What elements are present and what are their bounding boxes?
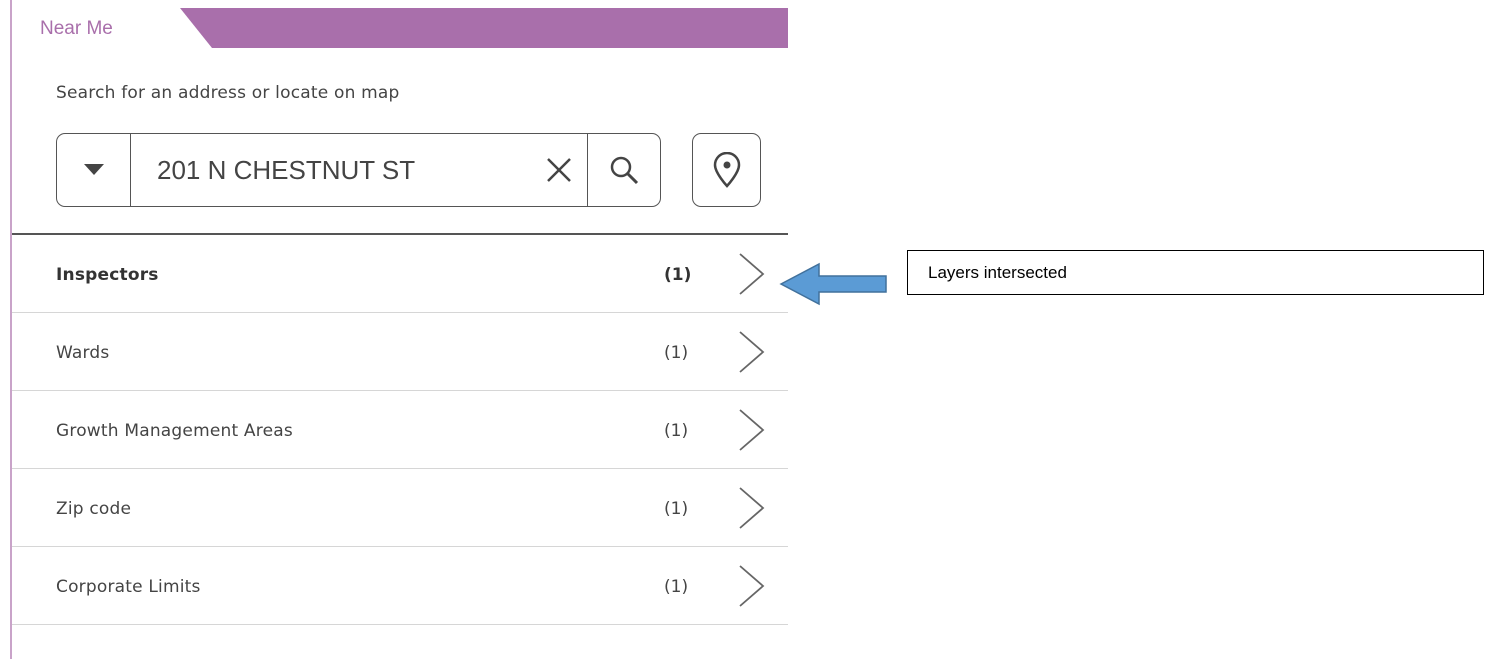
clear-search-button[interactable] (541, 152, 577, 188)
list-item-label: Growth Management Areas (56, 421, 293, 441)
chevron-right-icon[interactable] (736, 408, 766, 452)
chevron-right-icon[interactable] (736, 564, 766, 608)
chevron-right-icon[interactable] (736, 486, 766, 530)
caret-down-icon (83, 164, 104, 175)
list-item-count: (1) (664, 421, 689, 441)
annotation-callout: Layers intersected (907, 250, 1484, 295)
search-source-dropdown[interactable] (57, 134, 131, 206)
search-button[interactable] (588, 134, 660, 206)
list-item-label: Zip code (56, 499, 132, 519)
list-item-count: (1) (664, 343, 689, 363)
tab-strip: Near Me (12, 8, 788, 48)
list-item-zip-code[interactable]: Zip code (1) (12, 469, 788, 547)
intersected-layers-list: Inspectors (1) Wards (1) Growth Manageme… (12, 233, 788, 625)
search-input-value[interactable]: 201 N CHESTNUT ST (157, 155, 541, 186)
search-prompt: Search for an address or locate on map (56, 83, 400, 103)
list-item-count: (1) (664, 577, 689, 597)
list-item-corporate-limits[interactable]: Corporate Limits (1) (12, 547, 788, 625)
list-item-wards[interactable]: Wards (1) (12, 313, 788, 391)
near-me-panel: Near Me Search for an address or locate … (0, 0, 1495, 659)
annotation-arrow-left-icon (779, 262, 887, 306)
chevron-right-icon[interactable] (736, 330, 766, 374)
list-item-count: (1) (664, 499, 689, 519)
list-item-inspectors[interactable]: Inspectors (1) (12, 235, 788, 313)
close-icon (547, 158, 571, 182)
search-input[interactable]: 201 N CHESTNUT ST (131, 134, 588, 206)
annotation-text: Layers intersected (928, 263, 1067, 282)
tab-near-me-label: Near Me (40, 18, 113, 39)
location-pin-icon (713, 152, 740, 188)
chevron-right-icon[interactable] (736, 252, 766, 296)
search-icon (610, 156, 639, 185)
locate-on-map-button[interactable] (692, 133, 761, 207)
list-item-label: Inspectors (56, 265, 159, 285)
list-item-label: Corporate Limits (56, 577, 201, 597)
list-item-count: (1) (664, 265, 692, 285)
list-item-label: Wards (56, 343, 110, 363)
address-search-group: 201 N CHESTNUT ST (56, 133, 661, 207)
list-item-growth-management-areas[interactable]: Growth Management Areas (1) (12, 391, 788, 469)
